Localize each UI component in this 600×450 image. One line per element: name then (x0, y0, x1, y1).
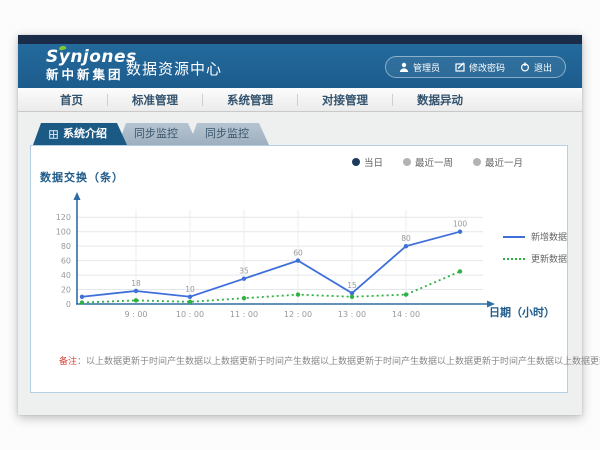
tab-label: 同步监控 (205, 127, 249, 140)
user-menu: 管理员 修改密码 退出 (385, 56, 566, 78)
chart-panel: 当日 最近一周 最近一月 数据交换（条） 0 20 40 60 80 100 120 9 : … (30, 145, 568, 393)
nav-item-home[interactable]: 首页 (36, 92, 107, 108)
svg-text:40: 40 (61, 271, 71, 280)
radio-dot-icon (403, 158, 411, 166)
x-axis-title: 日期（小时） (489, 304, 555, 320)
svg-text:120: 120 (56, 213, 71, 222)
current-user-button[interactable]: 管理员 (399, 61, 440, 74)
header-bar: Synjones 新中新集团 数据资源中心 管理员 修改密码 (18, 44, 582, 88)
time-range-options: 当日 最近一周 最近一月 (352, 155, 523, 169)
page-title: 数据资源中心 (126, 58, 222, 79)
radio-dot-icon (473, 158, 481, 166)
change-password-button[interactable]: 修改密码 (455, 61, 505, 74)
footnote-text: ：以上数据更新于时间产生数据以上数据更新于时间产生数据以上数据更新于时间产生数据… (77, 357, 600, 367)
svg-text:80: 80 (61, 242, 71, 251)
svg-text:80: 80 (401, 234, 411, 243)
chart-legend: 新增数据 更新数据 (503, 230, 567, 265)
user-icon (399, 62, 409, 72)
tab-sync-monitor-1[interactable]: 同步监控 (118, 123, 198, 145)
tab-sync-monitor-2[interactable]: 同步监控 (189, 123, 269, 145)
svg-text:13 : 00: 13 : 00 (338, 310, 366, 319)
tab-label: 系统介绍 (63, 123, 107, 145)
tab-label: 同步监控 (134, 127, 178, 140)
legend-item-updated-data[interactable]: 更新数据 (503, 252, 567, 265)
footnote: 备注：以上数据更新于时间产生数据以上数据更新于时间产生数据以上数据更新于时间产生… (59, 354, 600, 367)
edit-icon (455, 62, 465, 72)
svg-text:14 : 00: 14 : 00 (392, 310, 420, 319)
nav-item-system-mgmt[interactable]: 系统管理 (203, 92, 297, 108)
svg-text:60: 60 (61, 257, 71, 266)
radio-last-week[interactable]: 最近一周 (403, 155, 453, 169)
footnote-label: 备注 (59, 357, 77, 367)
radio-today[interactable]: 当日 (352, 155, 383, 169)
content-area: 系统介绍 同步监控 同步监控 当日 最近一周 (18, 113, 582, 415)
svg-text:60: 60 (293, 249, 303, 258)
svg-text:11 : 00: 11 : 00 (230, 310, 258, 319)
svg-text:100: 100 (56, 228, 71, 237)
nav-item-interface-mgmt[interactable]: 对接管理 (298, 92, 392, 108)
svg-text:100: 100 (453, 220, 468, 229)
company-logo: Synjones 新中新集团 (46, 48, 137, 81)
svg-text:18: 18 (131, 279, 141, 288)
legend-line-dotted-icon (503, 258, 525, 260)
tab-system-intro[interactable]: 系统介绍 (33, 123, 127, 145)
radio-dot-icon (352, 158, 360, 166)
app-window: Synjones 新中新集团 数据资源中心 管理员 修改密码 (18, 35, 582, 415)
nav-item-data-change[interactable]: 数据异动 (393, 92, 487, 108)
svg-text:9 : 00: 9 : 00 (124, 310, 147, 319)
svg-text:15: 15 (347, 281, 357, 290)
browser-top-strip (18, 35, 582, 44)
svg-text:35: 35 (239, 267, 249, 276)
radio-last-month[interactable]: 最近一月 (473, 155, 523, 169)
svg-text:0: 0 (66, 300, 71, 309)
power-icon (520, 62, 530, 72)
logo-text-cn: 新中新集团 (46, 68, 137, 82)
nav-item-standard-mgmt[interactable]: 标准管理 (108, 92, 202, 108)
legend-item-new-data[interactable]: 新增数据 (503, 230, 567, 243)
svg-text:10 : 00: 10 : 00 (176, 310, 204, 319)
main-nav: 首页 标准管理 系统管理 对接管理 数据异动 (18, 88, 582, 112)
svg-text:12 : 00: 12 : 00 (284, 310, 312, 319)
svg-text:20: 20 (61, 286, 71, 295)
legend-line-solid-icon (503, 236, 525, 238)
y-axis-title: 数据交换（条） (40, 169, 124, 185)
logout-button[interactable]: 退出 (520, 61, 552, 74)
logo-text-en: Synjones (46, 48, 137, 67)
svg-text:10: 10 (185, 285, 195, 294)
tab-bar: 系统介绍 同步监控 同步监控 (33, 123, 260, 145)
document-grid-icon (49, 130, 58, 139)
